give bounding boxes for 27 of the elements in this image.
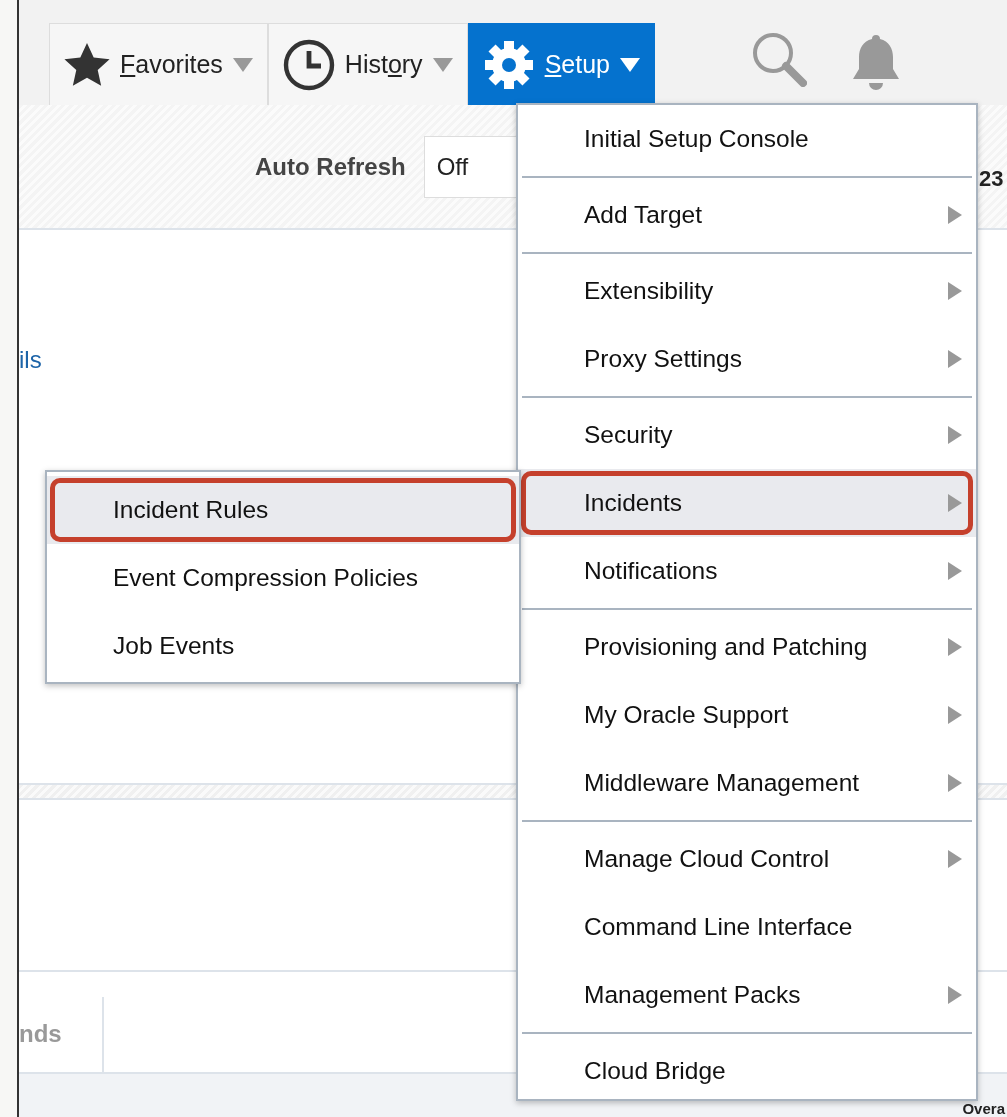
menu-item[interactable]: Command Line Interface [518,893,976,961]
menu-item[interactable]: Security [518,401,976,469]
menu-button[interactable]: History [267,23,468,105]
menu-item[interactable]: Extensibility [518,257,976,325]
menu-item[interactable]: My Oracle Support [518,681,976,749]
auto-refresh-label: Auto Refresh [255,151,406,182]
menu-item[interactable]: Job Events [47,612,519,680]
menu-item[interactable]: Management Packs [518,961,976,1029]
menu-item[interactable]: Middleware Management [518,749,976,817]
menu-button[interactable]: Favorites [49,23,268,105]
menu-item[interactable]: Incidents [518,469,976,537]
caret-icon [432,57,453,72]
date-text: 23 [979,165,1004,193]
gear-icon [482,38,535,91]
clock-icon [282,38,335,91]
caret-icon [620,57,640,72]
menu-button[interactable]: Setup [467,23,655,105]
menu-item[interactable]: Event Compression Policies [47,544,519,612]
menu-item[interactable]: Provisioning and Patching [518,613,976,681]
menu-item[interactable]: Manage Cloud Control [518,825,976,893]
menu-item[interactable]: Notifications [518,537,976,605]
star-icon [64,42,110,87]
caret-icon [232,57,253,72]
menu-item[interactable]: Incident Rules [47,476,519,544]
details-link[interactable]: ils [19,342,42,378]
search-icon[interactable] [751,31,807,87]
menu-item[interactable]: Proxy Settings [518,325,976,393]
